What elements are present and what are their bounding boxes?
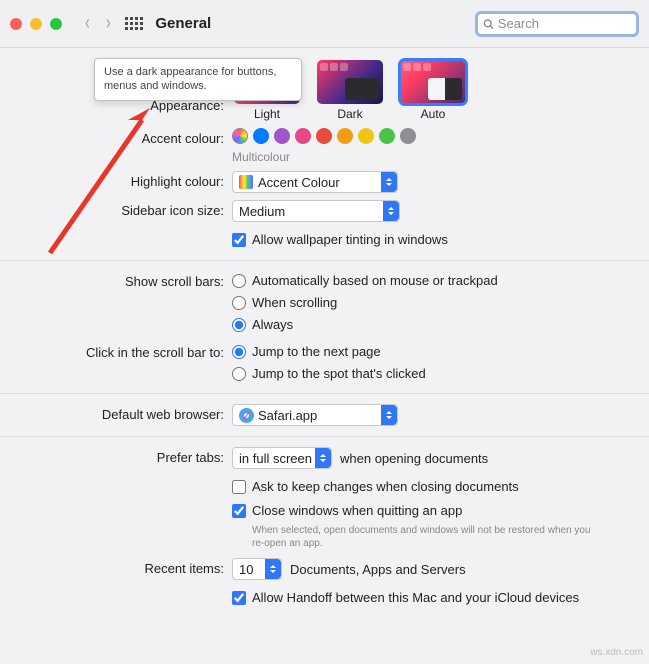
chevron-updown-icon: [381, 405, 397, 425]
iconsize-label: Sidebar icon size:: [0, 200, 232, 222]
highlight-swatch-icon: [239, 175, 253, 189]
handoff-row: Allow Handoff between this Mac and your …: [0, 587, 649, 608]
close-windows-checkbox[interactable]: Close windows when quitting an app: [232, 503, 462, 518]
traffic-lights: [10, 18, 62, 30]
appearance-tooltip: Use a dark appearance for buttons, menus…: [94, 58, 302, 101]
accent-purple[interactable]: [274, 128, 290, 144]
recent-select[interactable]: 10: [232, 558, 282, 580]
tabs-select[interactable]: in full screen: [232, 447, 332, 469]
recent-row: Recent items: 10 Documents, Apps and Ser…: [0, 558, 649, 580]
search-field-wrap[interactable]: [475, 11, 639, 37]
window-title: General: [155, 15, 211, 32]
click-label: Click in the scroll bar to:: [0, 342, 232, 383]
close-window-button[interactable]: [10, 18, 22, 30]
appearance-auto[interactable]: Auto: [398, 60, 468, 121]
tabs-label: Prefer tabs:: [0, 447, 232, 469]
browser-select[interactable]: Safari.app: [232, 404, 398, 426]
accent-swatches: [232, 128, 416, 144]
ask-changes-checkbox[interactable]: Ask to keep changes when closing documen…: [232, 479, 519, 494]
scroll-always-radio[interactable]: Always: [232, 317, 293, 332]
chevron-updown-icon: [315, 448, 331, 468]
divider: [0, 260, 649, 261]
safari-icon: [239, 408, 254, 423]
accent-multicolour[interactable]: [232, 128, 248, 144]
show-all-prefs-icon[interactable]: [125, 17, 143, 30]
accent-orange[interactable]: [337, 128, 353, 144]
highlight-select[interactable]: Accent Colour: [232, 171, 398, 193]
accent-yellow[interactable]: [358, 128, 374, 144]
handoff-checkbox[interactable]: Allow Handoff between this Mac and your …: [232, 590, 579, 605]
minimize-window-button[interactable]: [30, 18, 42, 30]
auto-thumb-icon: [400, 60, 466, 104]
search-icon: [483, 18, 494, 30]
highlight-row: Highlight colour: Accent Colour: [0, 171, 649, 193]
accent-pink[interactable]: [295, 128, 311, 144]
scrollbars-row: Show scroll bars: Automatically based on…: [0, 271, 649, 334]
search-input[interactable]: [498, 16, 631, 31]
browser-row: Default web browser: Safari.app: [0, 404, 649, 426]
accent-red[interactable]: [316, 128, 332, 144]
recent-suffix: Documents, Apps and Servers: [290, 562, 466, 577]
back-button[interactable]: ‹: [85, 12, 90, 35]
nav-back-forward: ‹ ›: [84, 12, 111, 35]
click-jump-next-radio[interactable]: Jump to the next page: [232, 344, 381, 359]
chevron-updown-icon: [381, 172, 397, 192]
accent-blue[interactable]: [253, 128, 269, 144]
accent-graphite[interactable]: [400, 128, 416, 144]
accent-label: Accent colour:: [0, 128, 232, 164]
chevron-updown-icon: [265, 559, 281, 579]
appearance-dark[interactable]: Dark: [315, 60, 385, 121]
divider: [0, 436, 649, 437]
dark-thumb-icon: [317, 60, 383, 104]
forward-button[interactable]: ›: [106, 12, 111, 35]
close-windows-subtext: When selected, open documents and window…: [252, 524, 592, 550]
iconsize-select[interactable]: Medium: [232, 200, 400, 222]
browser-label: Default web browser:: [0, 404, 232, 426]
watermark: ws.xdn.com: [590, 647, 643, 658]
scroll-auto-radio[interactable]: Automatically based on mouse or trackpad: [232, 273, 498, 288]
wallpaper-row: Allow wallpaper tinting in windows: [0, 229, 649, 250]
accent-value-label: Multicolour: [232, 150, 649, 164]
chevron-updown-icon: [383, 201, 399, 221]
click-row: Click in the scroll bar to: Jump to the …: [0, 342, 649, 383]
zoom-window-button[interactable]: [50, 18, 62, 30]
titlebar: ‹ › General: [0, 0, 649, 48]
scroll-when-radio[interactable]: When scrolling: [232, 295, 337, 310]
recent-label: Recent items:: [0, 558, 232, 580]
divider: [0, 393, 649, 394]
scrollbars-label: Show scroll bars:: [0, 271, 232, 334]
ask-row: Ask to keep changes when closing documen…: [0, 476, 649, 550]
tabs-suffix: when opening documents: [340, 451, 488, 466]
accent-green[interactable]: [379, 128, 395, 144]
click-jump-spot-radio[interactable]: Jump to the spot that's clicked: [232, 366, 426, 381]
wallpaper-tint-checkbox[interactable]: Allow wallpaper tinting in windows: [232, 232, 448, 247]
accent-row: Accent colour: Multicolour: [0, 128, 649, 164]
tabs-row: Prefer tabs: in full screen when opening…: [0, 447, 649, 469]
highlight-label: Highlight colour:: [0, 171, 232, 193]
iconsize-row: Sidebar icon size: Medium: [0, 200, 649, 222]
